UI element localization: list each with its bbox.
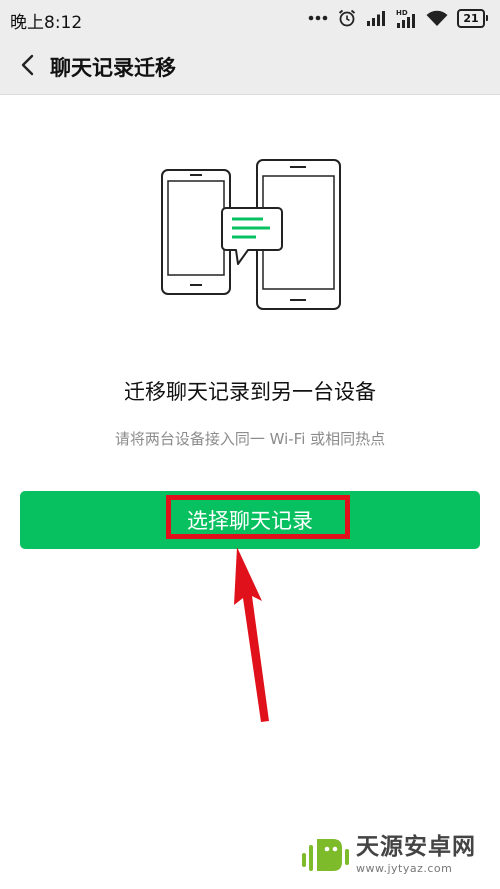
back-button[interactable] (8, 45, 48, 85)
subtitle: 请将两台设备接入同一 Wi-Fi 或相同热点 (114, 430, 386, 448)
battery-level: 21 (457, 8, 485, 28)
signal-icon (367, 11, 385, 26)
watermark-url: www.jytyaz.com (356, 862, 453, 875)
phone-transfer-illustration (161, 159, 341, 310)
signal-hd-label: HD (396, 9, 408, 17)
watermark-name: 天源安卓网 (356, 834, 476, 860)
status-icons: HD 21 (308, 7, 488, 29)
watermark: 天源安卓网 www.jytyaz.com (300, 833, 476, 877)
page-title: 聊天记录迁移 (50, 56, 176, 80)
battery-tip (486, 15, 488, 21)
red-arrow-icon (234, 547, 269, 722)
more-dots-icon (308, 15, 328, 21)
watermark-text: 天源安卓网 www.jytyaz.com (356, 834, 476, 875)
alarm-icon (338, 9, 356, 27)
select-button-label: 选择聊天记录 (187, 509, 313, 533)
nav-bar: 聊天记录迁移 (0, 36, 500, 95)
wifi-icon (426, 10, 448, 26)
main-heading: 迁移聊天记录到另一台设备 (124, 380, 376, 404)
status-bar: 晚上8:12 HD 21 (0, 0, 500, 36)
battery-icon: 21 (457, 8, 488, 28)
signal-hd-icon: HD (396, 9, 415, 28)
back-chevron-icon (21, 54, 34, 76)
status-time: 晚上8:12 (10, 13, 83, 33)
android-logo-icon (302, 839, 349, 871)
select-chat-history-button[interactable]: 选择聊天记录 (20, 491, 480, 549)
